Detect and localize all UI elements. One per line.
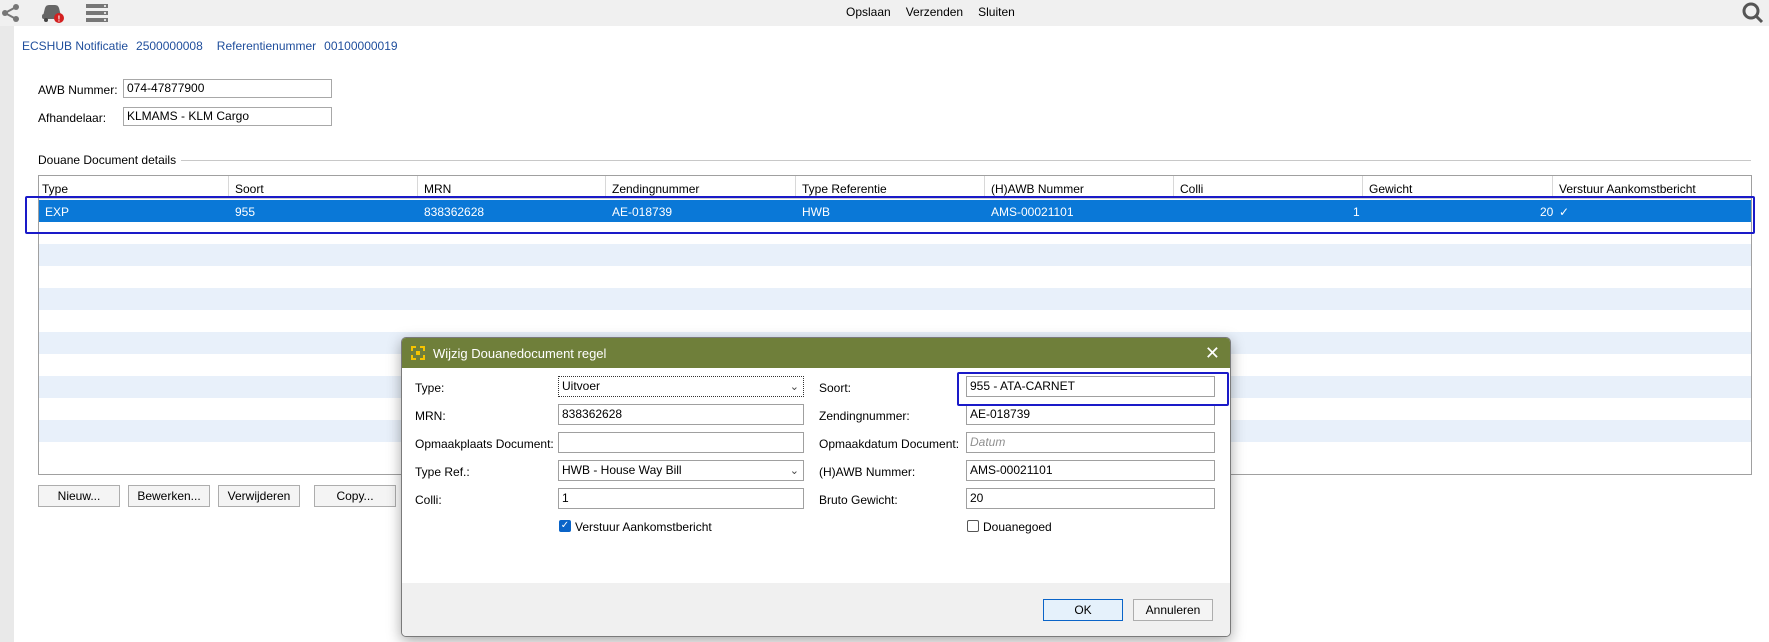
bruto-gewicht-label: Bruto Gewicht: xyxy=(819,493,898,507)
notification-line: ECSHUB Notificatie 2500000008 Referentienu… xyxy=(22,39,406,53)
awb-label: AWB Nummer: xyxy=(38,83,118,97)
chevron-down-icon: ⌄ xyxy=(789,465,799,477)
copy-button[interactable]: Copy... xyxy=(314,485,396,507)
section-title: Douane Document details xyxy=(38,153,177,167)
verstuur-label: Verstuur Aankomstbericht xyxy=(575,520,712,534)
typeref-select[interactable]: HWB - House Way Bill ⌄ xyxy=(558,460,804,481)
opmaakplaats-label: Opmaakplaats Document: xyxy=(415,437,554,451)
car-alert-icon[interactable]: ! xyxy=(40,2,66,24)
opmaakplaats-input[interactable] xyxy=(558,432,804,453)
bruto-gewicht-input[interactable]: 20 xyxy=(966,488,1215,509)
menu-verzenden[interactable]: Verzenden xyxy=(906,5,963,19)
soort-highlight xyxy=(957,372,1229,406)
top-toolbar: ! Opslaan Verzenden Sluiten xyxy=(0,0,1769,26)
share-icon[interactable] xyxy=(0,2,22,24)
afhandelaar-label: Afhandelaar: xyxy=(38,111,107,125)
search-icon[interactable] xyxy=(1741,2,1765,24)
reference-label: Referentienummer xyxy=(216,39,317,53)
close-icon[interactable]: ✕ xyxy=(1205,343,1220,364)
soort-label: Soort: xyxy=(819,381,852,395)
reference-value: 00100000019 xyxy=(324,39,398,53)
empty-row xyxy=(39,266,1751,288)
dialog-title: Wijzig Douanedocument regel xyxy=(433,346,607,361)
typeref-value: HWB - House Way Bill xyxy=(562,463,682,477)
verwijderen-button[interactable]: Verwijderen xyxy=(218,485,300,507)
awb-input[interactable]: 074-47877900 xyxy=(123,79,332,98)
edit-dialog: Wijzig Douanedocument regel ✕ Type: Uitv… xyxy=(401,337,1231,637)
empty-row xyxy=(39,310,1751,332)
dialog-titlebar: Wijzig Douanedocument regel ✕ xyxy=(402,338,1230,368)
menu-opslaan[interactable]: Opslaan xyxy=(846,5,891,19)
ecshub-value: 2500000008 xyxy=(136,39,203,53)
colli-input[interactable]: 1 xyxy=(558,488,804,509)
opmaakdatum-label: Opmaakdatum Document: xyxy=(819,437,960,451)
col-type[interactable]: Type xyxy=(42,182,68,196)
svg-text:!: ! xyxy=(58,15,61,24)
empty-row xyxy=(39,244,1751,266)
list-icon[interactable] xyxy=(84,2,110,24)
zendingnummer-label: Zendingnummer: xyxy=(819,409,910,423)
type-select[interactable]: Uitvoer ⌄ xyxy=(558,376,804,397)
hawb-label: (H)AWB Nummer: xyxy=(819,465,916,479)
col-mrn[interactable]: MRN xyxy=(424,182,451,196)
col-soort[interactable]: Soort xyxy=(235,182,264,196)
typeref-label: Type Ref.: xyxy=(415,465,470,479)
chevron-down-icon: ⌄ xyxy=(789,381,799,393)
zendingnummer-input[interactable]: AE-018739 xyxy=(966,404,1215,425)
douanegoed-label: Douanegoed xyxy=(983,520,1052,534)
ok-button[interactable]: OK xyxy=(1043,599,1123,621)
bewerken-button[interactable]: Bewerken... xyxy=(128,485,210,507)
main-menu: Opslaan Verzenden Sluiten xyxy=(846,5,1030,19)
type-value: Uitvoer xyxy=(562,379,601,393)
col-verstuur[interactable]: Verstuur Aankomstbericht xyxy=(1559,182,1696,196)
afhandelaar-input[interactable]: KLMAMS - KLM Cargo xyxy=(123,107,332,126)
ecshub-label: ECSHUB Notificatie xyxy=(22,39,129,53)
left-strip xyxy=(0,26,14,642)
opmaakdatum-input[interactable]: Datum xyxy=(966,432,1215,453)
menu-sluiten[interactable]: Sluiten xyxy=(978,5,1015,19)
section-divider xyxy=(181,160,1751,161)
empty-row xyxy=(39,288,1751,310)
col-colli[interactable]: Colli xyxy=(1180,182,1203,196)
dialog-footer: OK Annuleren xyxy=(402,583,1230,636)
mrn-input[interactable]: 838362628 xyxy=(558,404,804,425)
selected-row-highlight xyxy=(25,196,1755,234)
mrn-label: MRN: xyxy=(415,409,446,423)
col-hawb-nummer[interactable]: (H)AWB Nummer xyxy=(991,182,1084,196)
app-logo-icon xyxy=(411,346,425,360)
colli-label: Colli: xyxy=(415,493,442,507)
col-gewicht[interactable]: Gewicht xyxy=(1369,182,1412,196)
type-label: Type: xyxy=(415,381,445,395)
annuleren-button[interactable]: Annuleren xyxy=(1133,599,1213,621)
nieuw-button[interactable]: Nieuw... xyxy=(38,485,120,507)
verstuur-checkbox[interactable]: ✓ xyxy=(559,520,571,532)
col-zendingnummer[interactable]: Zendingnummer xyxy=(612,182,699,196)
douanegoed-checkbox[interactable] xyxy=(967,520,979,532)
hawb-input[interactable]: AMS-00021101 xyxy=(966,460,1215,481)
col-type-referentie[interactable]: Type Referentie xyxy=(802,182,887,196)
